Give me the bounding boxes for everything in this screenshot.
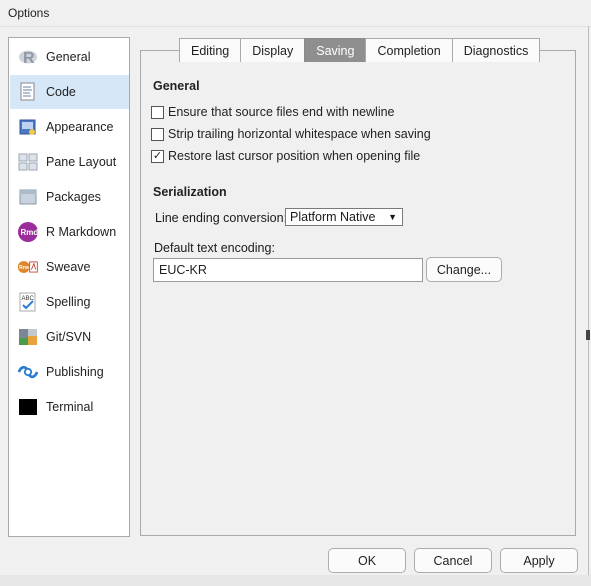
- encoding-label: Default text encoding:: [154, 241, 275, 255]
- window-titlebar: Options: [0, 0, 591, 27]
- option-label: Ensure that source files end with newlin…: [168, 105, 395, 119]
- sidebar-item-publishing[interactable]: Publishing: [10, 355, 129, 389]
- sidebar-item-label: Git/SVN: [46, 330, 92, 344]
- terminal-icon: [17, 396, 39, 418]
- line-ending-label: Line ending conversion:: [155, 211, 288, 225]
- dropdown-arrow-icon: ▼: [388, 212, 397, 222]
- spelling-icon: ABC: [17, 291, 39, 313]
- tab-completion[interactable]: Completion: [365, 38, 453, 62]
- sidebar-item-terminal[interactable]: Terminal: [10, 390, 129, 424]
- apply-button[interactable]: Apply: [500, 548, 578, 573]
- sweave-icon: Rnw: [17, 256, 39, 278]
- option-strip-whitespace[interactable]: Strip trailing horizontal whitespace whe…: [151, 127, 431, 141]
- background-window-strip: [0, 575, 591, 586]
- sidebar-item-git-svn[interactable]: Git/SVN: [10, 320, 129, 354]
- sidebar-item-label: Code: [46, 85, 76, 99]
- encoding-field[interactable]: [153, 258, 423, 282]
- sidebar-item-label: Publishing: [46, 365, 104, 379]
- sidebar-item-appearance[interactable]: Appearance: [10, 110, 129, 144]
- sidebar-item-code[interactable]: Code: [10, 75, 129, 109]
- sidebar-item-sweave[interactable]: Rnw Sweave: [10, 250, 129, 284]
- option-ensure-newline[interactable]: Ensure that source files end with newlin…: [151, 105, 395, 119]
- option-restore-cursor[interactable]: ✓ Restore last cursor position when open…: [151, 149, 420, 163]
- sidebar-item-label: Pane Layout: [46, 155, 117, 169]
- serialization-section-title: Serialization: [153, 185, 227, 199]
- checkbox-checked[interactable]: ✓: [151, 149, 164, 163]
- sidebar-item-label: Spelling: [46, 295, 91, 309]
- sidebar-item-label: Terminal: [46, 400, 94, 414]
- tab-display[interactable]: Display: [240, 38, 306, 62]
- checkmark-icon: ✓: [152, 149, 163, 162]
- checkbox[interactable]: [151, 127, 164, 141]
- settings-panel: [140, 50, 576, 536]
- tab-saving[interactable]: Saving: [304, 38, 367, 62]
- cancel-button[interactable]: Cancel: [414, 548, 492, 573]
- general-section-title: General: [153, 79, 200, 93]
- svg-text:Rmd: Rmd: [21, 228, 39, 237]
- publishing-icon: [17, 361, 39, 383]
- line-ending-select[interactable]: Platform Native ▼: [285, 208, 403, 226]
- rmarkdown-icon: Rmd: [17, 221, 39, 243]
- git-icon: [17, 326, 39, 348]
- sidebar-item-label: R Markdown: [46, 225, 117, 239]
- sidebar-item-r-markdown[interactable]: Rmd R Markdown: [10, 215, 129, 249]
- sidebar-item-general[interactable]: R General: [10, 40, 129, 74]
- line-ending-value: Platform Native: [290, 210, 376, 224]
- window-title: Options: [8, 6, 50, 20]
- checkbox[interactable]: [151, 105, 164, 119]
- option-label: Restore last cursor position when openin…: [168, 149, 421, 163]
- sidebar-item-label: Appearance: [46, 120, 114, 134]
- code-document-icon: [17, 81, 39, 103]
- pane-layout-icon: [17, 151, 39, 173]
- window-edge: [588, 26, 589, 586]
- appearance-icon: [17, 116, 39, 138]
- option-label: Strip trailing horizontal whitespace whe…: [168, 127, 431, 141]
- tab-diagnostics[interactable]: Diagnostics: [451, 38, 541, 62]
- tab-editing[interactable]: Editing: [179, 38, 242, 62]
- svg-text:Rnw: Rnw: [19, 265, 30, 271]
- sidebar-item-label: Packages: [46, 190, 101, 204]
- svg-text:R: R: [23, 50, 35, 67]
- packages-icon: [17, 186, 39, 208]
- sidebar-item-label: General: [46, 50, 91, 64]
- ok-button[interactable]: OK: [328, 548, 406, 573]
- options-sidebar: R General Code Appearance Pane Layout Pa…: [8, 37, 130, 537]
- sidebar-item-spelling[interactable]: ABC Spelling: [10, 285, 129, 319]
- sidebar-item-packages[interactable]: Packages: [10, 180, 129, 214]
- change-encoding-button[interactable]: Change...: [426, 257, 502, 282]
- r-logo-icon: R: [17, 46, 39, 68]
- sidebar-item-pane-layout[interactable]: Pane Layout: [10, 145, 129, 179]
- sidebar-item-label: Sweave: [46, 260, 91, 274]
- resize-handle[interactable]: [586, 330, 590, 340]
- tab-strip: Editing Display Saving Completion Diagno…: [179, 38, 541, 63]
